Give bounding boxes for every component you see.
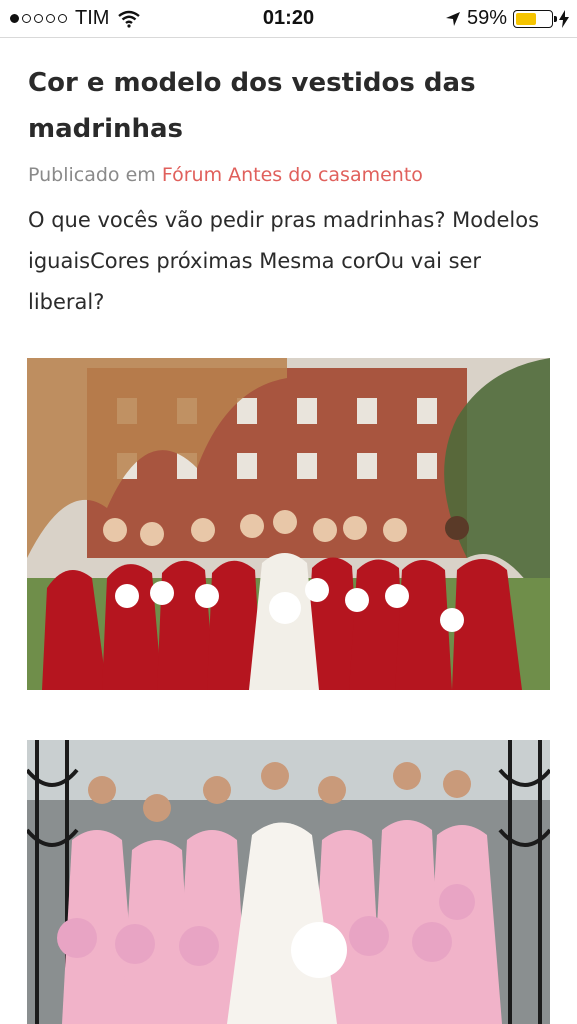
photo-illustration	[27, 358, 550, 690]
status-right: 59%	[445, 7, 569, 30]
published-prefix: Publicado em	[28, 164, 156, 186]
bridesmaids-red-dresses-photo[interactable]	[27, 358, 550, 690]
post-body: O que vocês vão pedir pras madrinhas? Mo…	[28, 208, 540, 314]
battery-fill	[516, 12, 537, 25]
post-article: Cor e modelo dos vestidos das madrinhas …	[28, 60, 550, 323]
status-bar: TIM 01:20 59%	[0, 0, 577, 38]
battery-nub	[554, 15, 557, 22]
battery-icon	[513, 9, 557, 28]
battery-percent: 59%	[466, 7, 507, 29]
post-title: Cor e modelo dos vestidos das madrinhas	[28, 68, 476, 144]
forum-link[interactable]: Fórum Antes do casamento	[162, 164, 423, 186]
bridesmaids-pink-dresses-photo[interactable]	[27, 740, 550, 1024]
post-meta: Publicado em Fórum Antes do casamento	[28, 164, 550, 186]
location-arrow-icon	[445, 11, 460, 26]
charging-bolt-icon	[559, 9, 569, 28]
photo-illustration	[27, 740, 550, 1024]
